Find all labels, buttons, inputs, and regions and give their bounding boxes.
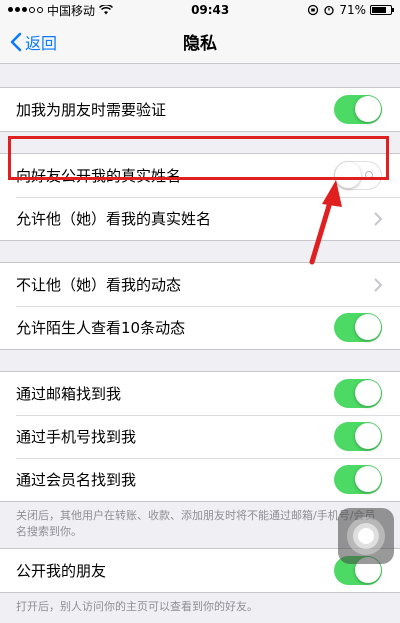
toggle-knob: [355, 314, 381, 340]
settings-row[interactable]: 不让他（她）看我的动态: [0, 263, 400, 306]
settings-row-label: 公开我的朋友: [16, 562, 107, 580]
settings-row: 通过会员名找到我: [0, 458, 400, 501]
settings-row-label: 不让他（她）看我的动态: [16, 276, 182, 294]
status-left: 中国移动: [8, 2, 114, 19]
assistive-touch-button[interactable]: [338, 508, 394, 564]
navigation-bar: 返回 隐私: [0, 20, 400, 64]
settings-row-label: 允许陌生人查看10条动态: [16, 319, 186, 337]
toggle-knob: [355, 380, 381, 406]
settings-row[interactable]: 允许他（她）看我的真实姓名: [0, 197, 400, 240]
toggle-knob: [335, 162, 361, 188]
alarm-icon: [324, 5, 334, 16]
toggle-knob: [355, 423, 381, 449]
settings-row: 通过手机号找到我: [0, 415, 400, 458]
toggle-switch[interactable]: [334, 161, 382, 190]
back-label: 返回: [25, 34, 58, 53]
section-footer-note: 打开后，别人访问你的主页可以查看到你的好友。: [16, 600, 258, 613]
toggle-switch[interactable]: [334, 465, 382, 494]
carrier-label: 中国移动: [47, 3, 96, 18]
settings-row: 加我为朋友时需要验证: [0, 88, 400, 131]
clock: 09:43: [191, 3, 230, 17]
chevron-right-icon: [374, 211, 382, 226]
settings-row-label: 向好友公开我的真实姓名: [16, 167, 182, 185]
toggle-knob: [355, 466, 381, 492]
chevron-left-icon: [10, 32, 22, 52]
status-right: 71%: [307, 3, 394, 17]
settings-row-label: 允许他（她）看我的真实姓名: [16, 210, 212, 228]
signal-dots-icon: [8, 7, 43, 13]
status-bar: 中国移动 09:43 71%: [0, 0, 400, 20]
orientation-lock-icon: [308, 4, 319, 16]
settings-row-label: 通过手机号找到我: [16, 428, 137, 446]
settings-section: 不让他（她）看我的动态 允许陌生人查看10条动态: [0, 262, 400, 350]
page-title: 隐私: [183, 34, 217, 54]
toggle-switch[interactable]: [334, 422, 382, 451]
back-button[interactable]: 返回: [10, 20, 57, 64]
chevron-right-icon: [374, 277, 382, 292]
toggle-knob: [355, 96, 381, 122]
settings-row: 向好友公开我的真实姓名: [0, 154, 400, 197]
settings-row-label: 加我为朋友时需要验证: [16, 101, 167, 119]
wifi-icon: [99, 5, 114, 15]
settings-row: 允许陌生人查看10条动态: [0, 306, 400, 349]
battery-percent: 71%: [339, 3, 366, 17]
settings-row: 通过邮箱找到我: [0, 372, 400, 415]
settings-section: 通过邮箱找到我 通过手机号找到我 通过会员名找到我: [0, 371, 400, 502]
toggle-off-indicator-icon: [365, 171, 373, 179]
toggle-switch[interactable]: [334, 313, 382, 342]
toggle-switch[interactable]: [334, 95, 382, 124]
settings-row-label: 通过邮箱找到我: [16, 385, 122, 403]
settings-section: 向好友公开我的真实姓名允许他（她）看我的真实姓名: [0, 153, 400, 241]
settings-section: 加我为朋友时需要验证: [0, 87, 400, 132]
settings-row-label: 通过会员名找到我: [16, 471, 137, 489]
battery-icon: [369, 5, 394, 15]
toggle-switch[interactable]: [334, 379, 382, 408]
